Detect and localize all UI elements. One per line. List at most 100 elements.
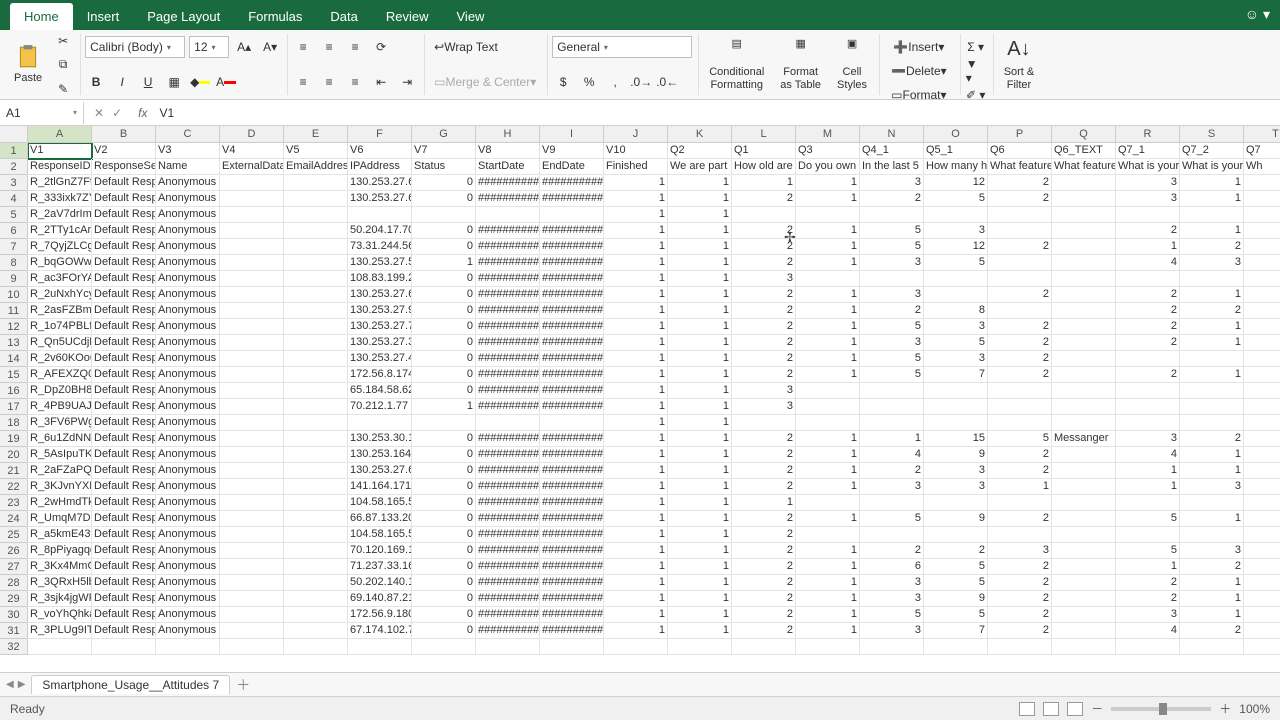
cell[interactable] [988,495,1052,511]
row-header[interactable]: 17 [0,399,28,415]
cell[interactable]: R_5AsIpuTKx [28,447,92,463]
row-header[interactable]: 14 [0,351,28,367]
cell[interactable]: 1 [668,191,732,207]
cell[interactable]: Anonymous [156,351,220,367]
cell[interactable] [860,639,924,655]
cell[interactable]: 3 [988,543,1052,559]
cell[interactable] [924,399,988,415]
cell[interactable]: Anonymous [156,207,220,223]
align-right-icon[interactable]: ≡ [344,71,366,93]
cell[interactable]: R_2aFZaPQC [28,463,92,479]
cell[interactable]: How many h [924,159,988,175]
cell[interactable]: V6 [348,143,412,159]
cell[interactable]: 1 [668,447,732,463]
cell[interactable]: ########### [540,447,604,463]
underline-button[interactable]: U [137,71,159,93]
cell[interactable] [220,575,284,591]
cell[interactable]: 5 [860,367,924,383]
cell[interactable] [1244,591,1280,607]
cell[interactable]: ########### [476,447,540,463]
cell[interactable] [924,415,988,431]
cell[interactable] [220,463,284,479]
cell[interactable]: 0 [412,575,476,591]
cell[interactable]: 0 [412,191,476,207]
cell[interactable]: 1 [668,591,732,607]
cell[interactable]: ResponseID [28,159,92,175]
cell[interactable] [284,399,348,415]
cell[interactable]: 2 [732,239,796,255]
cell[interactable]: ########### [540,591,604,607]
cell[interactable]: Anonymous [156,559,220,575]
cell[interactable] [284,303,348,319]
cell[interactable]: R_3KJvnYXM [28,479,92,495]
cell[interactable]: 2 [1180,431,1244,447]
cell[interactable]: 1 [668,511,732,527]
cell[interactable] [1244,383,1280,399]
column-header[interactable]: Q [1052,126,1116,143]
cell[interactable] [220,607,284,623]
cell[interactable]: R_ac3FOrYA [28,271,92,287]
row-header[interactable]: 31 [0,623,28,639]
column-header[interactable]: B [92,126,156,143]
cell[interactable] [284,639,348,655]
tab-formulas[interactable]: Formulas [234,3,316,30]
cell[interactable] [1244,447,1280,463]
cell[interactable]: 0 [412,239,476,255]
cell[interactable] [988,255,1052,271]
cell[interactable]: 2 [732,335,796,351]
cell[interactable]: Anonymous [156,431,220,447]
column-header[interactable]: K [668,126,732,143]
cell[interactable] [220,207,284,223]
cell[interactable] [284,591,348,607]
cell[interactable] [988,527,1052,543]
cell[interactable]: 2 [988,607,1052,623]
ribbon-options-icon[interactable]: ☺ ▾ [1245,6,1270,23]
cell[interactable]: 1 [796,319,860,335]
cell[interactable]: 108.83.199.2 [348,271,412,287]
sheet-nav-next-icon[interactable]: ▶ [18,679,26,690]
cell[interactable] [284,479,348,495]
cell[interactable]: Default Resp [92,623,156,639]
delete-cells-button[interactable]: ➖ Delete ▾ [884,60,954,82]
fill-color-button[interactable]: ◆ [189,71,211,93]
cell[interactable]: 0 [412,287,476,303]
cell[interactable]: 1 [604,463,668,479]
cell[interactable] [924,639,988,655]
cell[interactable]: 2 [1116,303,1180,319]
italic-button[interactable]: I [111,71,133,93]
cell[interactable] [1244,191,1280,207]
row-header[interactable]: 20 [0,447,28,463]
cell[interactable]: 1 [796,463,860,479]
cell[interactable] [988,223,1052,239]
cell[interactable] [220,591,284,607]
cell[interactable]: ########### [540,575,604,591]
cell[interactable]: 0 [412,559,476,575]
cell[interactable]: 2 [988,623,1052,639]
tab-view[interactable]: View [443,3,499,30]
cell[interactable]: R_2asFZBmu [28,303,92,319]
cell[interactable]: 1 [604,543,668,559]
cell[interactable]: Default Resp [92,351,156,367]
cell[interactable]: R_AFEXZQ0S [28,367,92,383]
cell[interactable] [220,511,284,527]
cell[interactable] [284,287,348,303]
cell[interactable] [220,287,284,303]
cell[interactable] [988,415,1052,431]
cell[interactable] [924,495,988,511]
cell[interactable]: ########### [540,479,604,495]
cell[interactable]: 0 [412,271,476,287]
cell[interactable]: 1 [1116,463,1180,479]
cell[interactable]: Anonymous [156,527,220,543]
cell[interactable]: 2 [860,191,924,207]
font-size-combo[interactable]: 12▾ [189,36,229,58]
cell[interactable]: 2 [1116,287,1180,303]
cell[interactable]: R_3PLUg9ITc [28,623,92,639]
cell[interactable]: 0 [412,479,476,495]
cell[interactable]: 3 [1180,543,1244,559]
cell[interactable]: 2 [732,287,796,303]
cell[interactable]: 1 [668,351,732,367]
cell[interactable]: 1 [668,367,732,383]
cell[interactable]: 130.253.27.6 [348,191,412,207]
cell[interactable]: R_2tlGnZ7Ff [28,175,92,191]
cell[interactable]: 3 [924,351,988,367]
